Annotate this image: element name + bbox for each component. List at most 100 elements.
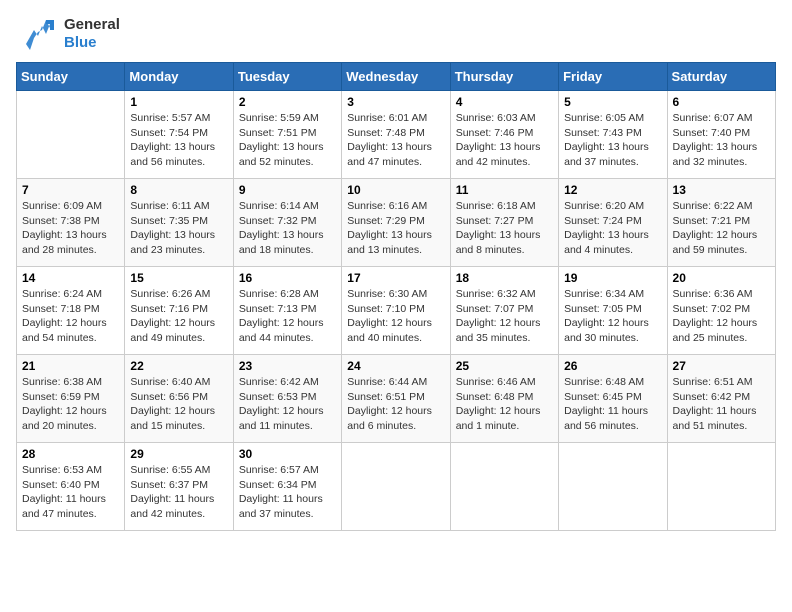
calendar-cell: 13 Sunrise: 6:22 AM Sunset: 7:21 PM Dayli… bbox=[667, 179, 775, 267]
day-info: Sunrise: 6:09 AM Sunset: 7:38 PM Dayligh… bbox=[22, 199, 119, 258]
calendar-cell: 7 Sunrise: 6:09 AM Sunset: 7:38 PM Daylig… bbox=[17, 179, 125, 267]
day-number: 3 bbox=[347, 95, 444, 109]
calendar-cell: 29 Sunrise: 6:55 AM Sunset: 6:37 PM Dayli… bbox=[125, 443, 233, 531]
calendar-cell: 24 Sunrise: 6:44 AM Sunset: 6:51 PM Dayli… bbox=[342, 355, 450, 443]
day-number: 6 bbox=[673, 95, 770, 109]
header: General Blue bbox=[16, 16, 776, 52]
calendar-cell: 15Sunrise: 6:26 AM Sunset: 7:16 PM Dayli… bbox=[125, 267, 233, 355]
calendar-cell: 8 Sunrise: 6:11 AM Sunset: 7:35 PM Daylig… bbox=[125, 179, 233, 267]
day-info: Sunrise: 6:32 AM Sunset: 7:07 PM Dayligh… bbox=[456, 287, 553, 346]
day-number: 24 bbox=[347, 359, 444, 373]
day-number: 28 bbox=[22, 447, 119, 461]
day-info: Sunrise: 6:38 AM Sunset: 6:59 PM Dayligh… bbox=[22, 375, 119, 434]
day-number: 29 bbox=[130, 447, 227, 461]
dow-thursday: Thursday bbox=[450, 63, 558, 91]
day-number: 25 bbox=[456, 359, 553, 373]
day-number: 12 bbox=[564, 183, 661, 197]
day-info: Sunrise: 6:14 AM Sunset: 7:32 PM Dayligh… bbox=[239, 199, 336, 258]
calendar-cell bbox=[450, 443, 558, 531]
day-info: Sunrise: 6:30 AM Sunset: 7:10 PM Dayligh… bbox=[347, 287, 444, 346]
calendar-cell: 18 Sunrise: 6:32 AM Sunset: 7:07 PM Dayli… bbox=[450, 267, 558, 355]
day-number: 23 bbox=[239, 359, 336, 373]
day-info: Sunrise: 5:59 AM Sunset: 7:51 PM Dayligh… bbox=[239, 111, 336, 170]
dow-saturday: Saturday bbox=[667, 63, 775, 91]
week-row-4: 21 Sunrise: 6:38 AM Sunset: 6:59 PM Dayli… bbox=[17, 355, 776, 443]
day-info: Sunrise: 6:18 AM Sunset: 7:27 PM Dayligh… bbox=[456, 199, 553, 258]
day-number: 13 bbox=[673, 183, 770, 197]
day-number: 19 bbox=[564, 271, 661, 285]
calendar-body: 1 Sunrise: 5:57 AM Sunset: 7:54 PM Daylig… bbox=[17, 91, 776, 531]
day-info: Sunrise: 6:48 AM Sunset: 6:45 PM Dayligh… bbox=[564, 375, 661, 434]
day-info: Sunrise: 6:55 AM Sunset: 6:37 PM Dayligh… bbox=[130, 463, 227, 522]
day-info: Sunrise: 6:22 AM Sunset: 7:21 PM Dayligh… bbox=[673, 199, 770, 258]
calendar-cell: 6 Sunrise: 6:07 AM Sunset: 7:40 PM Daylig… bbox=[667, 91, 775, 179]
dow-friday: Friday bbox=[559, 63, 667, 91]
calendar-cell: 17 Sunrise: 6:30 AM Sunset: 7:10 PM Dayli… bbox=[342, 267, 450, 355]
calendar-cell: 12 Sunrise: 6:20 AM Sunset: 7:24 PM Dayli… bbox=[559, 179, 667, 267]
day-number: 18 bbox=[456, 271, 553, 285]
calendar-cell: 9 Sunrise: 6:14 AM Sunset: 7:32 PM Daylig… bbox=[233, 179, 341, 267]
day-number: 26 bbox=[564, 359, 661, 373]
calendar-cell: 22Sunrise: 6:40 AM Sunset: 6:56 PM Dayli… bbox=[125, 355, 233, 443]
day-number: 2 bbox=[239, 95, 336, 109]
calendar-cell: 21 Sunrise: 6:38 AM Sunset: 6:59 PM Dayli… bbox=[17, 355, 125, 443]
day-number: 1 bbox=[130, 95, 227, 109]
calendar-cell: 27Sunrise: 6:51 AM Sunset: 6:42 PM Dayli… bbox=[667, 355, 775, 443]
calendar-cell: 14 Sunrise: 6:24 AM Sunset: 7:18 PM Dayli… bbox=[17, 267, 125, 355]
dow-monday: Monday bbox=[125, 63, 233, 91]
day-info: Sunrise: 6:01 AM Sunset: 7:48 PM Dayligh… bbox=[347, 111, 444, 170]
day-number: 21 bbox=[22, 359, 119, 373]
day-of-week-header: SundayMondayTuesdayWednesdayThursdayFrid… bbox=[17, 63, 776, 91]
day-info: Sunrise: 6:07 AM Sunset: 7:40 PM Dayligh… bbox=[673, 111, 770, 170]
day-info: Sunrise: 5:57 AM Sunset: 7:54 PM Dayligh… bbox=[130, 111, 227, 170]
day-info: Sunrise: 6:20 AM Sunset: 7:24 PM Dayligh… bbox=[564, 199, 661, 258]
week-row-1: 1 Sunrise: 5:57 AM Sunset: 7:54 PM Daylig… bbox=[17, 91, 776, 179]
calendar-cell: 26 Sunrise: 6:48 AM Sunset: 6:45 PM Dayli… bbox=[559, 355, 667, 443]
day-info: Sunrise: 6:03 AM Sunset: 7:46 PM Dayligh… bbox=[456, 111, 553, 170]
day-number: 30 bbox=[239, 447, 336, 461]
day-number: 27 bbox=[673, 359, 770, 373]
logo: General Blue bbox=[16, 16, 120, 52]
week-row-5: 28Sunrise: 6:53 AM Sunset: 6:40 PM Dayli… bbox=[17, 443, 776, 531]
day-info: Sunrise: 6:36 AM Sunset: 7:02 PM Dayligh… bbox=[673, 287, 770, 346]
day-info: Sunrise: 6:44 AM Sunset: 6:51 PM Dayligh… bbox=[347, 375, 444, 434]
calendar-cell: 3 Sunrise: 6:01 AM Sunset: 7:48 PM Daylig… bbox=[342, 91, 450, 179]
dow-tuesday: Tuesday bbox=[233, 63, 341, 91]
day-info: Sunrise: 6:24 AM Sunset: 7:18 PM Dayligh… bbox=[22, 287, 119, 346]
logo-text-block: General Blue bbox=[64, 16, 120, 52]
logo-svg bbox=[16, 16, 58, 52]
day-number: 14 bbox=[22, 271, 119, 285]
calendar-cell: 2 Sunrise: 5:59 AM Sunset: 7:51 PM Daylig… bbox=[233, 91, 341, 179]
day-number: 22 bbox=[130, 359, 227, 373]
dow-wednesday: Wednesday bbox=[342, 63, 450, 91]
day-number: 15 bbox=[130, 271, 227, 285]
calendar-cell: 4 Sunrise: 6:03 AM Sunset: 7:46 PM Daylig… bbox=[450, 91, 558, 179]
week-row-2: 7 Sunrise: 6:09 AM Sunset: 7:38 PM Daylig… bbox=[17, 179, 776, 267]
day-number: 5 bbox=[564, 95, 661, 109]
week-row-3: 14 Sunrise: 6:24 AM Sunset: 7:18 PM Dayli… bbox=[17, 267, 776, 355]
day-number: 10 bbox=[347, 183, 444, 197]
day-number: 11 bbox=[456, 183, 553, 197]
day-number: 8 bbox=[130, 183, 227, 197]
logo-container: General Blue bbox=[16, 16, 120, 52]
calendar-cell bbox=[17, 91, 125, 179]
day-info: Sunrise: 6:57 AM Sunset: 6:34 PM Dayligh… bbox=[239, 463, 336, 522]
day-number: 7 bbox=[22, 183, 119, 197]
day-number: 20 bbox=[673, 271, 770, 285]
calendar-cell: 16Sunrise: 6:28 AM Sunset: 7:13 PM Dayli… bbox=[233, 267, 341, 355]
calendar-cell: 5 Sunrise: 6:05 AM Sunset: 7:43 PM Daylig… bbox=[559, 91, 667, 179]
calendar-cell: 1 Sunrise: 5:57 AM Sunset: 7:54 PM Daylig… bbox=[125, 91, 233, 179]
day-info: Sunrise: 6:16 AM Sunset: 7:29 PM Dayligh… bbox=[347, 199, 444, 258]
day-info: Sunrise: 6:46 AM Sunset: 6:48 PM Dayligh… bbox=[456, 375, 553, 434]
calendar-cell bbox=[559, 443, 667, 531]
day-info: Sunrise: 6:42 AM Sunset: 6:53 PM Dayligh… bbox=[239, 375, 336, 434]
dow-sunday: Sunday bbox=[17, 63, 125, 91]
day-info: Sunrise: 6:28 AM Sunset: 7:13 PM Dayligh… bbox=[239, 287, 336, 346]
day-info: Sunrise: 6:11 AM Sunset: 7:35 PM Dayligh… bbox=[130, 199, 227, 258]
day-number: 4 bbox=[456, 95, 553, 109]
day-number: 17 bbox=[347, 271, 444, 285]
day-info: Sunrise: 6:05 AM Sunset: 7:43 PM Dayligh… bbox=[564, 111, 661, 170]
day-number: 9 bbox=[239, 183, 336, 197]
calendar-cell: 30 Sunrise: 6:57 AM Sunset: 6:34 PM Dayli… bbox=[233, 443, 341, 531]
logo-general-text: General bbox=[64, 16, 120, 34]
